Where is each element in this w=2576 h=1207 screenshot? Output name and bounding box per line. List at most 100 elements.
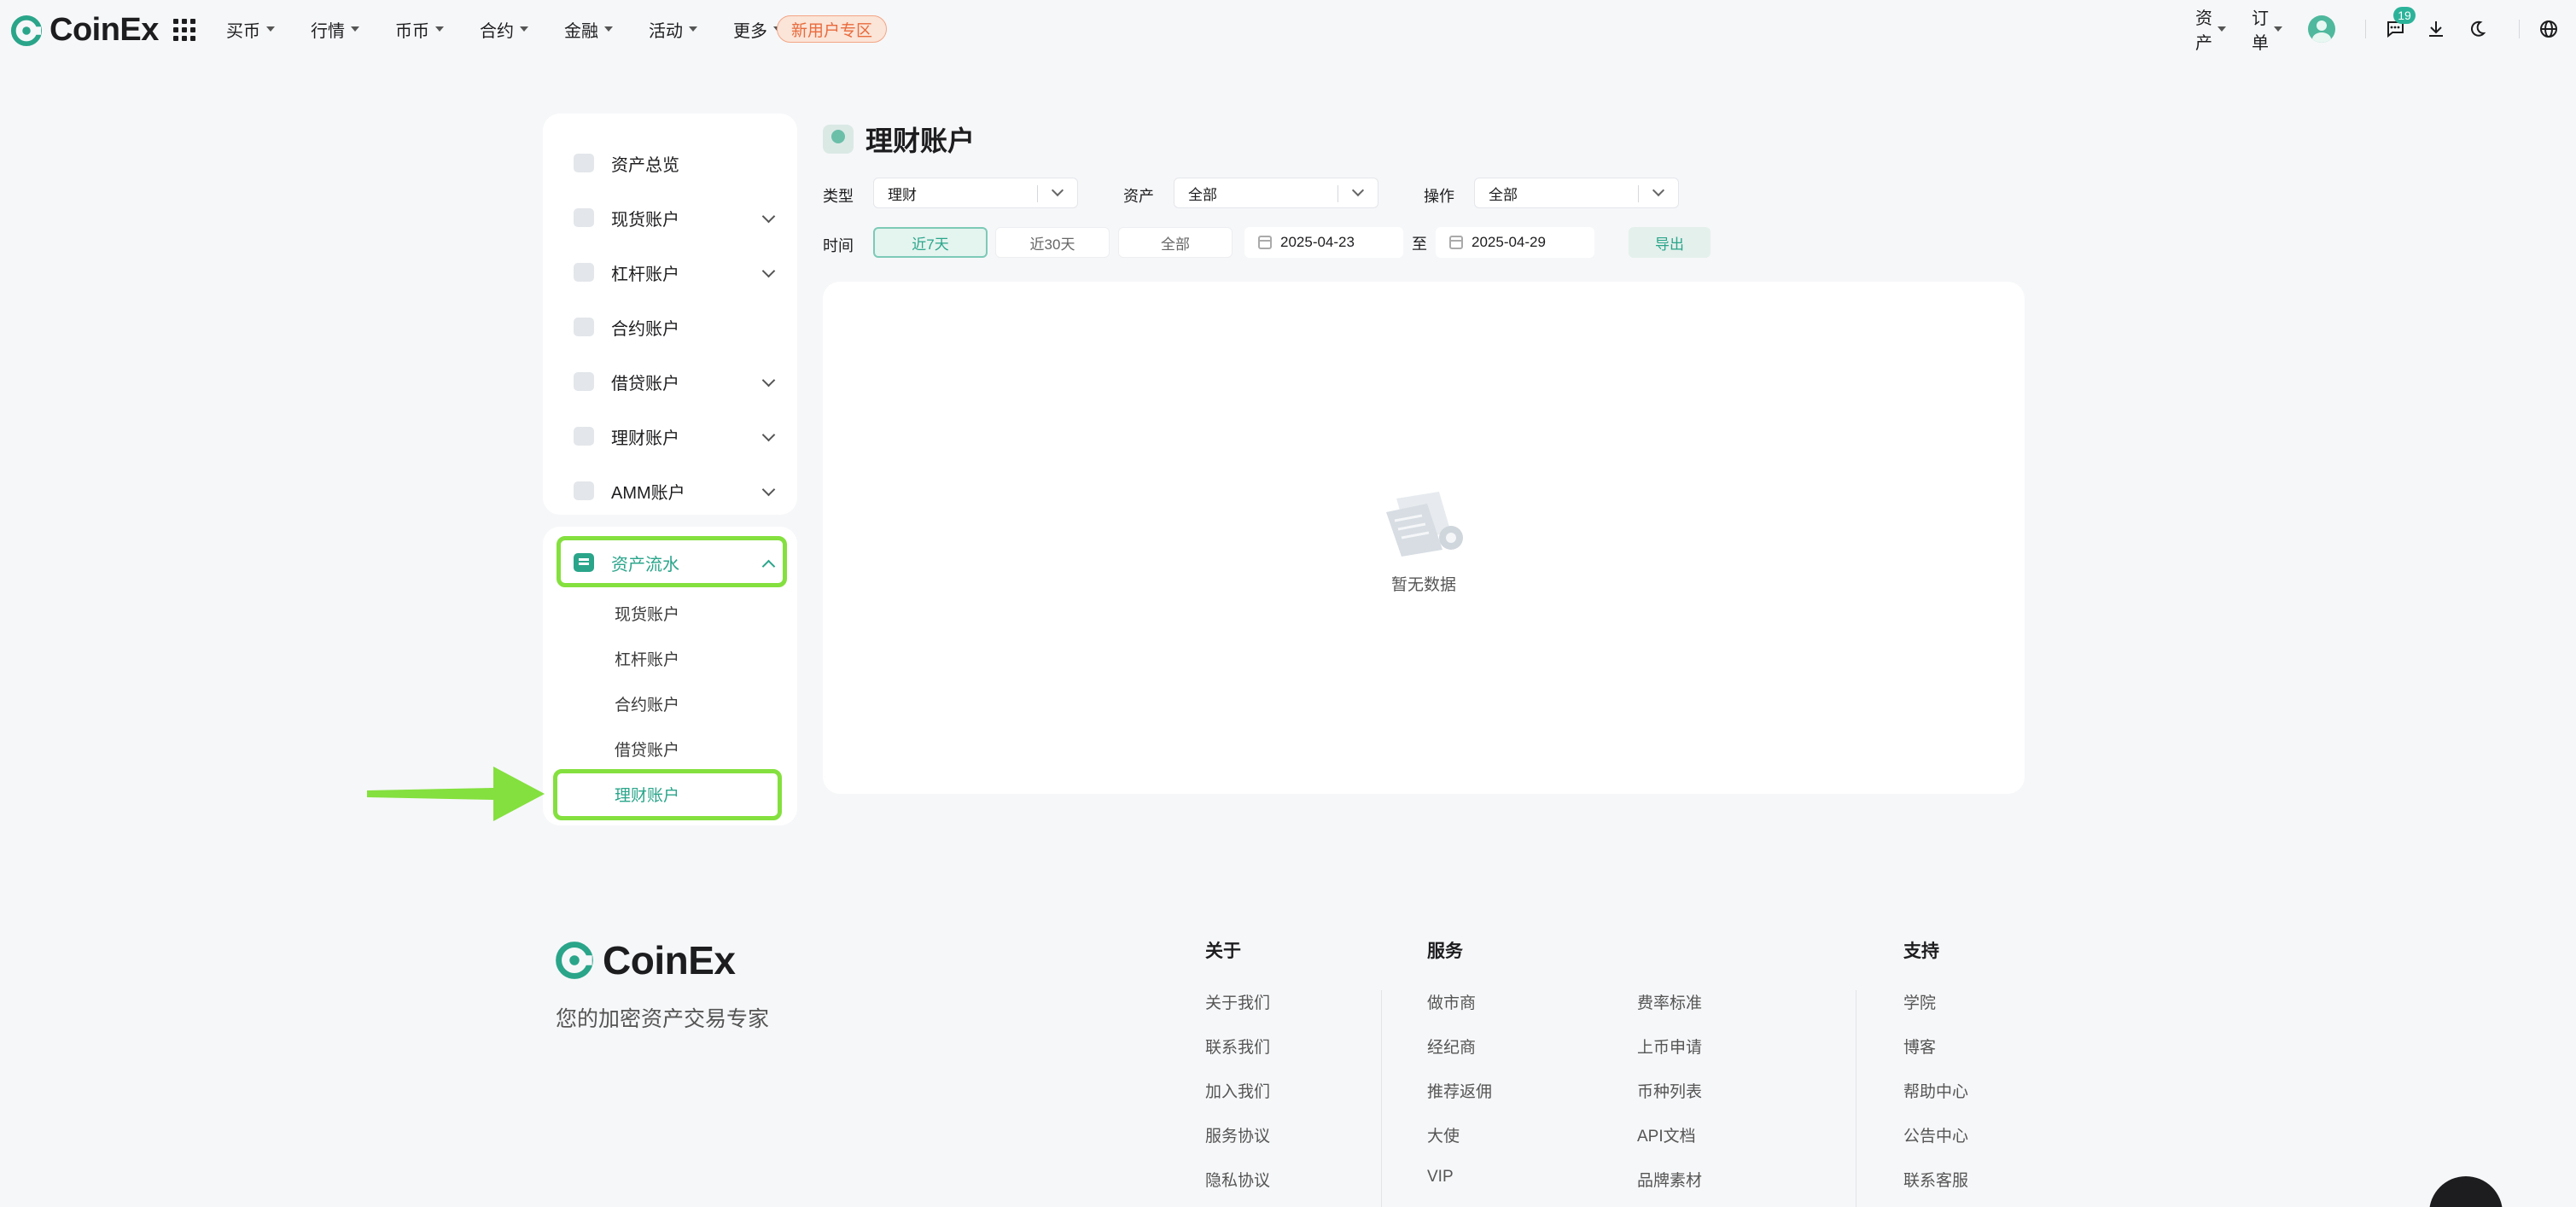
caret-down-icon: [351, 26, 359, 32]
end-date-input[interactable]: 2025-04-29: [1436, 227, 1594, 258]
orders-menu[interactable]: 订单: [2252, 4, 2282, 54]
moon-icon: [2471, 20, 2486, 37]
export-button[interactable]: 导出: [1629, 227, 1711, 258]
range-all-button[interactable]: 全部: [1118, 227, 1233, 258]
menu-finance[interactable]: 金融: [564, 17, 613, 42]
asset-select[interactable]: 全部: [1174, 178, 1378, 208]
range-7d-button[interactable]: 近7天: [873, 227, 988, 258]
footer-link[interactable]: 学院: [1903, 990, 1936, 1013]
footer-link[interactable]: 服务协议: [1205, 1123, 1270, 1146]
asset-select-value: 全部: [1188, 186, 1217, 203]
operation-label: 操作: [1424, 188, 1454, 205]
asset-flow-sidebar: 资产流水 现货账户 杠杆账户 合约账户 借贷账户 理财账户: [543, 527, 797, 825]
empty-state-text: 暂无数据: [1390, 576, 1456, 594]
language-icon[interactable]: [2537, 17, 2561, 41]
message-icon[interactable]: 19: [2383, 7, 2416, 41]
footer-link[interactable]: 币种列表: [1637, 1079, 1702, 1102]
calendar-icon: [1449, 236, 1463, 249]
highlight-box: [557, 536, 787, 587]
flow-sub-margin[interactable]: 杠杆账户: [615, 647, 679, 670]
pointer-arrow-icon: [367, 767, 545, 821]
menu-label: 币币: [395, 21, 429, 41]
sidebar-item-futures-account[interactable]: 合约账户: [574, 312, 778, 342]
chevron-down-icon: [761, 373, 776, 388]
range-30d-button[interactable]: 近30天: [995, 227, 1110, 258]
calendar-icon: [1258, 236, 1272, 249]
menu-markets[interactable]: 行情: [311, 17, 359, 42]
chevron-down-icon: [1051, 184, 1064, 197]
footer-link[interactable]: 大使: [1427, 1123, 1460, 1146]
footer-link[interactable]: 做市商: [1427, 990, 1476, 1013]
footer-link[interactable]: 费率标准: [1637, 990, 1702, 1013]
footer-link[interactable]: 联系我们: [1205, 1035, 1270, 1058]
loan-icon: [574, 372, 594, 391]
footer-link[interactable]: 帮助中心: [1903, 1079, 1968, 1102]
user-avatar[interactable]: [2308, 15, 2335, 43]
footer-link[interactable]: 推荐返佣: [1427, 1079, 1492, 1102]
operation-select[interactable]: 全部: [1474, 178, 1679, 208]
account-sidebar: 资产总览 现货账户 杠杆账户 合约账户 借贷账户 理财账户 AMM账户: [543, 114, 797, 515]
footer-link[interactable]: 加入我们: [1205, 1079, 1270, 1102]
footer-about-title: 关于: [1205, 942, 1241, 961]
footer-link[interactable]: 联系客服: [1903, 1168, 1968, 1191]
theme-toggle-icon[interactable]: [2465, 17, 2489, 41]
customer-service-chat-button[interactable]: [2429, 1176, 2503, 1207]
footer-link[interactable]: 关于我们: [1205, 990, 1270, 1013]
menu-label: 行情: [311, 21, 345, 41]
orders-label: 订单: [2252, 9, 2269, 53]
footer-link[interactable]: 公告中心: [1903, 1123, 1968, 1146]
type-select[interactable]: 理财: [873, 178, 1078, 208]
footer-divider: [1381, 990, 1382, 1207]
notification-badge: 19: [2393, 7, 2416, 24]
footer-link[interactable]: VIP: [1427, 1168, 1454, 1187]
menu-futures[interactable]: 合约: [480, 17, 528, 42]
flow-sub-spot[interactable]: 现货账户: [615, 602, 679, 625]
sidebar-item-loan-account[interactable]: 借贷账户: [574, 366, 778, 397]
financial-account-icon: [823, 125, 854, 154]
sidebar-item-margin-account[interactable]: 杠杆账户: [574, 257, 778, 288]
percent-icon: [574, 263, 594, 282]
financial-icon: [574, 427, 594, 446]
sidebar-item-label: 理财账户: [611, 429, 679, 448]
menu-buy-crypto[interactable]: 买币: [226, 17, 275, 42]
coinex-logo[interactable]: CoinEx: [10, 12, 159, 49]
footer-link[interactable]: 品牌素材: [1637, 1168, 1702, 1191]
sidebar-item-amm-account[interactable]: AMM账户: [574, 475, 778, 506]
operation-select-value: 全部: [1489, 186, 1518, 203]
end-date-value: 2025-04-29: [1472, 234, 1546, 250]
footer-link[interactable]: 上币申请: [1637, 1035, 1702, 1058]
menu-activities[interactable]: 活动: [649, 17, 697, 42]
new-user-zone-button[interactable]: 新用户专区: [777, 15, 888, 43]
apps-grid-icon[interactable]: [173, 19, 195, 41]
highlight-box: [553, 769, 782, 820]
sidebar-item-label: 杠杆账户: [611, 265, 679, 284]
type-select-value: 理财: [888, 186, 917, 203]
caret-down-icon: [520, 26, 528, 32]
empty-document-icon: [1386, 492, 1463, 557]
footer-services-title: 服务: [1427, 942, 1463, 961]
footer-link[interactable]: 隐私协议: [1205, 1168, 1270, 1191]
start-date-input[interactable]: 2025-04-23: [1244, 227, 1403, 258]
menu-more[interactable]: 更多: [733, 17, 782, 42]
sidebar-item-spot-account[interactable]: 现货账户: [574, 202, 778, 233]
download-icon[interactable]: [2424, 17, 2448, 41]
nav-divider: [2519, 20, 2520, 38]
sidebar-item-asset-overview[interactable]: 资产总览: [574, 148, 778, 178]
footer-link[interactable]: 博客: [1903, 1035, 1936, 1058]
assets-menu[interactable]: 资产: [2195, 4, 2226, 54]
flow-sub-futures[interactable]: 合约账户: [615, 692, 679, 715]
footer-link[interactable]: API文档: [1637, 1123, 1696, 1146]
footer-logo[interactable]: CoinEx: [555, 937, 736, 983]
menu-spot[interactable]: 币币: [395, 17, 444, 42]
sidebar-item-label: AMM账户: [611, 483, 685, 503]
records-panel: 暂无数据: [823, 282, 2025, 794]
flow-sub-loan[interactable]: 借贷账户: [615, 738, 679, 761]
sidebar-item-financial-account[interactable]: 理财账户: [574, 421, 778, 452]
menu-label: 买币: [226, 21, 260, 41]
asset-label: 资产: [1123, 188, 1154, 205]
chevron-down-icon: [761, 264, 776, 278]
footer-link[interactable]: 经纪商: [1427, 1035, 1476, 1058]
chevron-down-icon: [761, 209, 776, 224]
select-divider: [1037, 185, 1038, 202]
footer-slogan: 您的加密资产交易专家: [556, 1007, 770, 1031]
